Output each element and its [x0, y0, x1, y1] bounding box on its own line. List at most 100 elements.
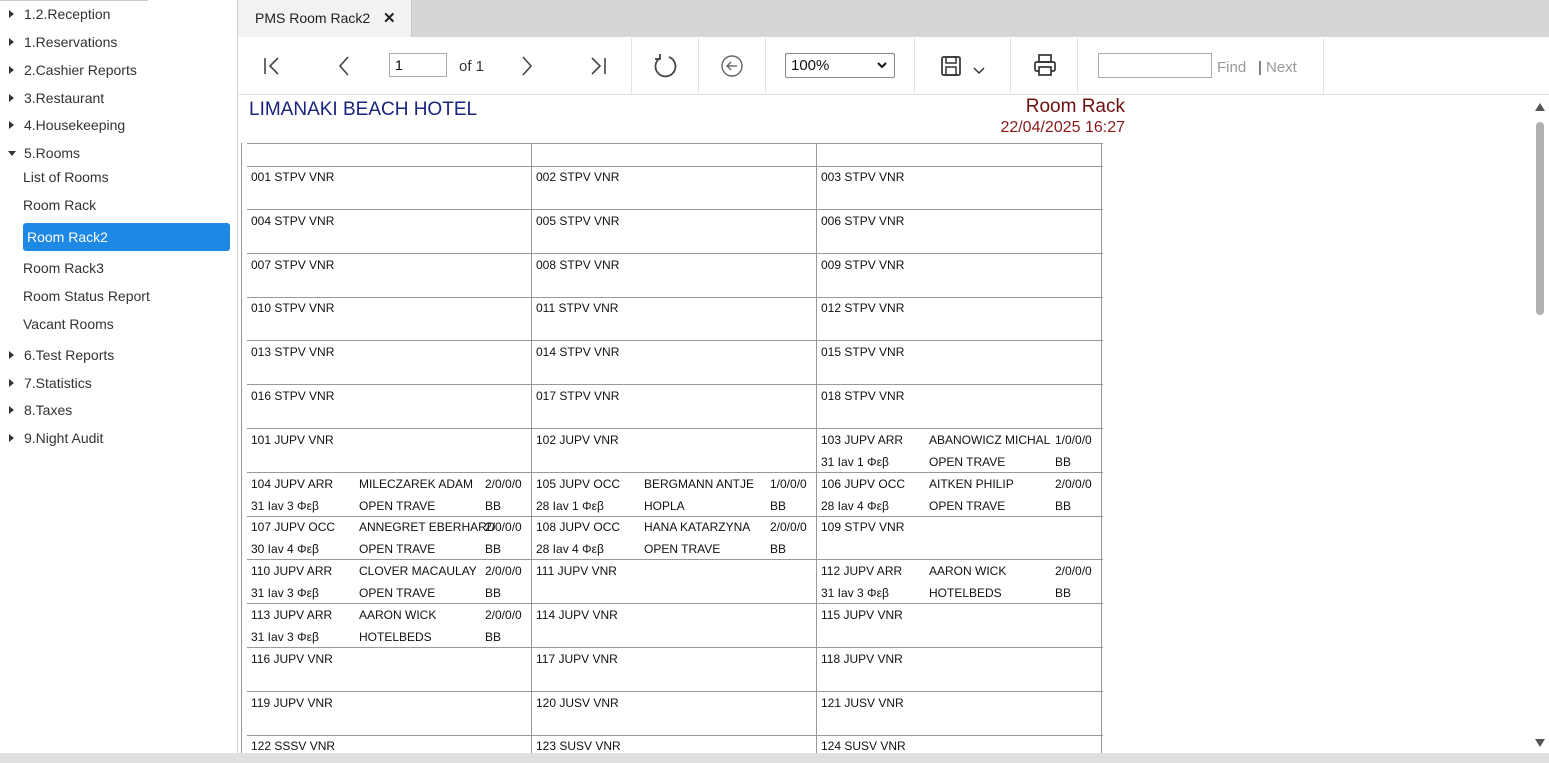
room-cell[interactable]: 112 JUPV ARR AARON WICK 2/0/0/0 31 Iav 3 Φε…: [817, 560, 1102, 604]
vertical-scrollbar[interactable]: [1533, 100, 1547, 750]
room-cell[interactable]: 110 JUPV ARR CLOVER MACAULAY 2/0/0/0 31 Iav…: [247, 560, 532, 604]
room-room: 010 STPV VNR: [251, 301, 335, 316]
room-room: 102 JUPV VNR: [536, 432, 619, 447]
save-icon[interactable]: [940, 55, 962, 77]
room-cell[interactable]: 122 SSSV VNR: [247, 735, 532, 753]
room-room: 018 STPV VNR: [821, 389, 905, 403]
sidebar-item-vacant-rooms[interactable]: Vacant Rooms: [23, 312, 114, 336]
room-agent: HOTELBEDS: [929, 586, 1002, 601]
room-cell[interactable]: 007 STPV VNR: [247, 253, 532, 297]
room-stay: 31 Iav 3 Φεβ: [251, 586, 319, 601]
sidebar-item-list-of-rooms[interactable]: List of Rooms: [23, 165, 109, 189]
sidebar-item-label: 5.Rooms: [24, 145, 81, 161]
room-cell[interactable]: 011 STPV VNR: [532, 297, 817, 341]
sidebar-item-room-rack2[interactable]: Room Rack2: [23, 223, 230, 251]
room-cell[interactable]: 017 STPV VNR: [532, 385, 817, 428]
room-cell[interactable]: 115 JUPV VNR: [817, 604, 1102, 647]
page-number-input[interactable]: [389, 53, 447, 77]
room-cell[interactable]: 101 JUPV VNR: [247, 428, 532, 472]
sidebar-item-label: 1.2.Reception: [24, 6, 111, 22]
caret-right-icon: [9, 406, 14, 414]
zoom-select[interactable]: 100%: [785, 53, 895, 78]
close-icon[interactable]: ✕: [383, 9, 396, 27]
print-icon[interactable]: [1032, 52, 1058, 78]
room-cell[interactable]: 106 JUPV OCC AITKEN PHILIP 2/0/0/0 28 Iav 4…: [817, 472, 1102, 516]
room-agent: OPEN TRAVE: [359, 586, 436, 601]
room-stay: 28 Iav 1 Φεβ: [536, 498, 604, 513]
room-cell[interactable]: 124 SUSV VNR: [817, 735, 1102, 753]
room-cell[interactable]: 109 STPV VNR: [817, 516, 1102, 560]
room-cell[interactable]: 116 JUPV VNR: [247, 647, 532, 691]
back-arrow-icon[interactable]: [720, 54, 744, 78]
room-pax: 1/0/0/0: [770, 476, 807, 491]
room-cell[interactable]: 012 STPV VNR: [817, 297, 1102, 341]
room-cell[interactable]: 121 JUSV VNR: [817, 691, 1102, 735]
toolbar-divider: [698, 38, 699, 94]
room-cell[interactable]: 102 JUPV VNR: [532, 428, 817, 472]
room-cell[interactable]: 005 STPV VNR: [532, 209, 817, 253]
room-cell[interactable]: 108 JUPV OCC HANA KATARZYNA 2/0/0/0 28 Iav …: [532, 516, 817, 560]
room-cell[interactable]: 002 STPV VNR: [532, 166, 817, 209]
find-button[interactable]: Find: [1217, 59, 1246, 76]
room-cell[interactable]: 117 JUPV VNR: [532, 647, 817, 691]
find-input[interactable]: [1098, 53, 1212, 78]
sidebar-item-label: 7.Statistics: [24, 375, 92, 391]
scroll-up-icon[interactable]: [1535, 103, 1545, 111]
tab-pms-room-rack2[interactable]: PMS Room Rack2 ✕: [238, 0, 412, 37]
room-cell[interactable]: 004 STPV VNR: [247, 209, 532, 253]
status-bar: [0, 753, 1549, 763]
room-room: 106 JUPV OCC: [821, 476, 906, 491]
room-cell[interactable]: 013 STPV VNR: [247, 341, 532, 385]
room-cell[interactable]: 016 STPV VNR: [247, 385, 532, 428]
room-cell[interactable]: 003 STPV VNR: [817, 166, 1102, 209]
room-cell[interactable]: 001 STPV VNR: [247, 166, 532, 209]
tab-label: PMS Room Rack2: [255, 10, 371, 26]
sidebar-item-room-rack3[interactable]: Room Rack3: [23, 256, 104, 280]
room-cell[interactable]: 111 JUPV VNR: [532, 560, 817, 604]
find-next-button[interactable]: Next: [1266, 59, 1297, 76]
sidebar-item-room-rack[interactable]: Room Rack: [23, 193, 96, 217]
room-cell[interactable]: 008 STPV VNR: [532, 253, 817, 297]
room-guest: CLOVER MACAULAY: [359, 564, 477, 579]
room-cell[interactable]: 015 STPV VNR: [817, 341, 1102, 385]
room-cell[interactable]: 114 JUPV VNR: [532, 604, 817, 647]
room-cell[interactable]: 107 JUPV OCC ANNEGRET EBERHARD 2/0/0/0 30 I…: [247, 516, 532, 560]
toolbar-divider: [1010, 38, 1011, 94]
report-datetime: 22/04/2025 16:27: [1000, 119, 1125, 136]
tab-strip: PMS Room Rack2 ✕: [238, 0, 1549, 37]
sidebar-item-label: 6.Test Reports: [24, 347, 115, 363]
room-guest: AARON WICK: [929, 564, 1007, 579]
room-board: BB: [1055, 454, 1072, 469]
rack-row: 016 STPV VNR 017 STPV VNR 018 STPV VNR: [247, 385, 1103, 429]
room-cell[interactable]: 009 STPV VNR: [817, 253, 1102, 297]
room-cell[interactable]: 006 STPV VNR: [817, 209, 1102, 253]
room-cell[interactable]: 123 SUSV VNR: [532, 735, 817, 753]
room-cell[interactable]: 104 JUPV ARR MILECZAREK ADAM 2/0/0/0 31 Iav…: [247, 472, 532, 516]
room-cell[interactable]: 103 JUPV ARR ABANOWICZ MICHAL 1/0/0/0 31 Ia…: [817, 428, 1102, 472]
sidebar-item-room-status-report[interactable]: Room Status Report: [23, 284, 150, 308]
room-cell[interactable]: 113 JUPV ARR AARON WICK 2/0/0/0 31 Iav 3 Φε…: [247, 604, 532, 647]
room-room: 120 JUSV VNR: [536, 695, 619, 710]
room-cell[interactable]: 105 JUPV OCC BERGMANN ANTJE 1/0/0/0 28 Iav …: [532, 472, 817, 516]
refresh-icon[interactable]: [652, 53, 678, 79]
room-cell[interactable]: 018 STPV VNR: [817, 385, 1102, 428]
rack-row: 119 JUPV VNR 120 JUSV VNR 121 JUSV VNR: [247, 691, 1103, 736]
room-cell[interactable]: 010 STPV VNR: [247, 297, 532, 341]
room-cell[interactable]: 014 STPV VNR: [532, 341, 817, 385]
room-cell[interactable]: 119 JUPV VNR: [247, 691, 532, 735]
room-room: 007 STPV VNR: [251, 257, 335, 272]
report-viewer: LIMANAKI BEACH HOTEL Room Rack 22/04/202…: [238, 95, 1549, 753]
chevron-down-icon[interactable]: [972, 64, 986, 78]
first-page-icon[interactable]: [261, 54, 285, 78]
room-room: 014 STPV VNR: [536, 345, 620, 360]
scroll-thumb[interactable]: [1536, 122, 1544, 315]
chevron-down-icon: [877, 62, 887, 69]
room-cell[interactable]: 120 JUSV VNR: [532, 691, 817, 735]
scroll-down-icon[interactable]: [1535, 739, 1545, 747]
prev-page-icon[interactable]: [333, 54, 357, 78]
room-cell[interactable]: 118 JUPV VNR: [817, 647, 1102, 691]
room-room: 016 STPV VNR: [251, 389, 335, 403]
last-page-icon[interactable]: [585, 54, 609, 78]
next-page-icon[interactable]: [514, 54, 538, 78]
sidebar-item-label: List of Rooms: [23, 169, 109, 185]
